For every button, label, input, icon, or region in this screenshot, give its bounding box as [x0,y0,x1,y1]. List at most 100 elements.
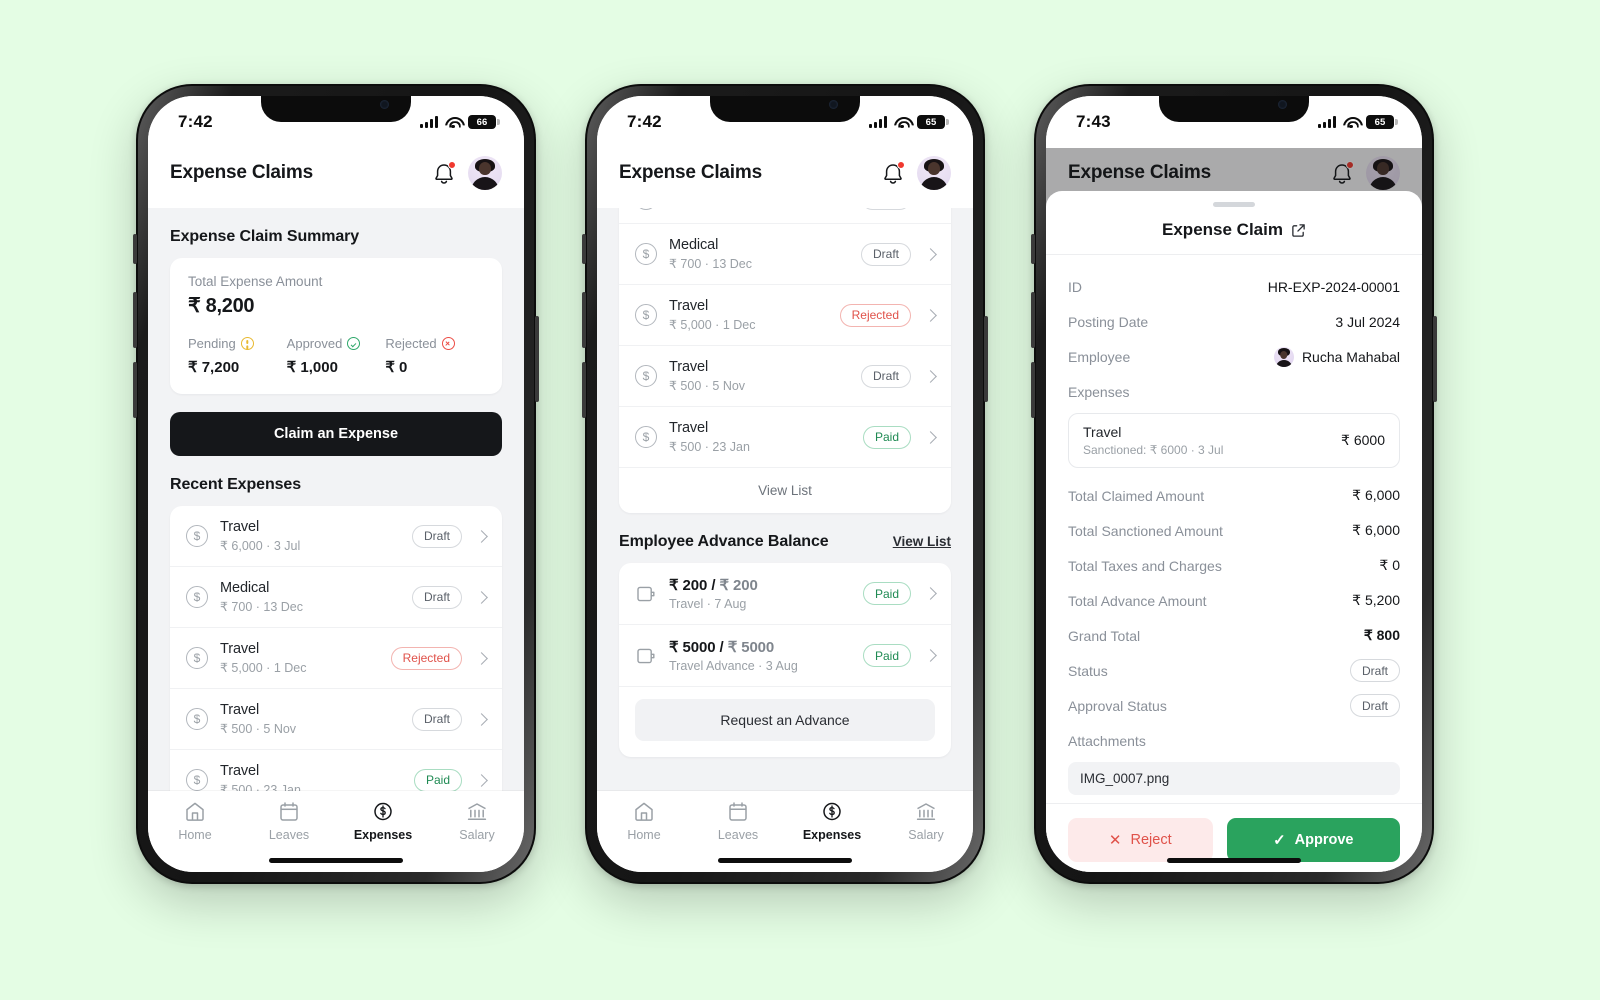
tab-leaves[interactable]: Leaves [691,801,785,842]
list-item[interactable]: ₹ 5000 / ₹ 5000 Travel Advance · 3 Aug P… [619,625,951,687]
field-label: Expenses [1068,383,1130,400]
advance-sub: Travel · 7 Aug [669,597,747,611]
notifications-button[interactable] [433,160,456,185]
stat-rejected-label: Rejected [385,336,437,351]
expense-title: Medical [220,580,270,596]
tab-home[interactable]: Home [148,801,242,842]
tab-label: Salary [908,828,944,842]
list-item[interactable]: $ Medical ₹ 700 · 13 Dec Draft [619,224,951,285]
field-label: Total Sanctioned Amount [1068,522,1223,539]
employee-avatar [1273,346,1294,367]
tab-expenses[interactable]: Expenses [336,801,430,842]
expense-line-item[interactable]: Travel Sanctioned: ₹ 6000 · 3 Jul ₹ 6000 [1068,413,1400,468]
notifications-button[interactable] [882,160,905,185]
tab-salary[interactable]: Salary [430,801,524,842]
calendar-icon [280,802,298,821]
list-item[interactable]: ₹ 200 / ₹ 200 Travel · 7 Aug Paid [619,563,951,625]
power-button[interactable] [535,316,539,402]
scroll-area[interactable]: Expense Claim Summary Total Expense Amou… [148,208,524,791]
avatar[interactable] [917,156,951,190]
chevron-right-icon [475,590,488,604]
list-item[interactable]: $ Medical ₹ 700 · 13 Dec Draft [170,567,502,628]
coin-icon: $ [635,243,657,265]
home-icon [186,802,204,821]
list-item[interactable]: $ ₹ 6,000 · 3 Jul Draft [619,208,951,224]
home-indicator[interactable] [597,848,973,872]
field-value: HR-EXP-2024-00001 [1267,278,1400,295]
advance-amount: ₹ 5000 [669,639,716,656]
status-badge: Draft [860,364,911,388]
tab-salary[interactable]: Salary [879,801,973,842]
expense-title: Travel [669,420,709,436]
total-claimed-amount-row: Total Claimed Amount ₹ 6,000 [1068,478,1400,513]
home-indicator[interactable] [148,848,524,872]
stat-approved-label: Approved [286,336,343,351]
wallet-icon [635,584,657,604]
check-circle-icon [347,337,361,350]
expense-sub: ₹ 5,000 · 1 Dec [669,318,756,332]
tab-home[interactable]: Home [597,801,691,842]
field-value: ₹ 800 [1363,627,1400,643]
status-badge: Paid [862,425,911,449]
advance-amount: ₹ 200 [669,577,708,594]
tab-label: Home [178,828,212,842]
tab-expenses[interactable]: Expenses [785,801,879,842]
list-item[interactable]: $ Travel ₹ 500 · 23 Jan Paid [170,750,502,791]
attachment-file[interactable]: IMG_0007.png [1068,762,1400,795]
tab-leaves[interactable]: Leaves [242,801,336,842]
request-an-advance-button[interactable]: Request an Advance [635,699,935,741]
check-icon: ✓ [1273,831,1286,849]
expense-title: Travel [220,702,260,718]
advance-view-list-link[interactable]: View List [893,534,951,549]
cellular-signal-icon [420,116,438,128]
mute-switch[interactable] [582,234,586,264]
warning-circle-icon [240,337,254,350]
power-button[interactable] [984,316,988,402]
volume-up-button[interactable] [582,292,586,348]
field-employee: Employee Rucha Mahabal [1068,339,1400,374]
tab-label: Leaves [268,828,310,842]
volume-up-button[interactable] [133,292,137,348]
external-link-icon[interactable] [1291,223,1306,238]
coin-icon: $ [635,365,657,387]
expense-sub: ₹ 500 · 5 Nov [669,379,746,393]
cellular-signal-icon [1318,116,1336,128]
stat-rejected-value: ₹ 0 [385,359,408,376]
power-button[interactable] [1433,316,1437,402]
expense-sanctioned: Sanctioned: ₹ 6000 · 3 Jul [1083,443,1224,457]
volume-down-button[interactable] [1031,362,1035,418]
list-item[interactable]: $ Travel ₹ 5,000 · 1 Dec Rejected [619,285,951,346]
wifi-icon [1343,116,1359,129]
list-item[interactable]: $ Travel ₹ 500 · 5 Nov Draft [170,689,502,750]
list-item[interactable]: $ Travel ₹ 5,000 · 1 Dec Rejected [170,628,502,689]
list-item[interactable]: $ Travel ₹ 500 · 5 Nov Draft [619,346,951,407]
notch [261,96,411,122]
expense-sub: ₹ 700 · 13 Dec [669,257,752,271]
claim-an-expense-button[interactable]: Claim an Expense [170,412,502,456]
volume-down-button[interactable] [133,362,137,418]
expense-title: Medical [669,237,719,253]
coin-icon: $ [635,208,657,210]
wifi-icon [894,116,910,129]
list-item[interactable]: $ Travel ₹ 6,000 · 3 Jul Draft [170,506,502,567]
chevron-right-icon [475,651,488,665]
avatar[interactable] [468,156,502,190]
scroll-area[interactable]: $ ₹ 6,000 · 3 Jul Draft $ Medical ₹ 700 … [597,208,973,791]
field-label: Grand Total [1068,627,1141,644]
advance-total: ₹ 5000 [727,639,775,656]
view-list-button[interactable]: View List [619,468,951,513]
total-sanctioned-amount-row: Total Sanctioned Amount ₹ 6,000 [1068,513,1400,548]
mute-switch[interactable] [133,234,137,264]
list-item[interactable]: $ Travel ₹ 500 · 23 Jan Paid [619,407,951,468]
home-indicator[interactable] [1046,848,1422,872]
notch [710,96,860,122]
bank-icon [916,803,936,821]
phone-1: 7:42 66 Expense Claims Expense Claim Sum… [133,84,539,884]
volume-up-button[interactable] [1031,292,1035,348]
mute-switch[interactable] [1031,234,1035,264]
front-camera-icon [1278,100,1287,109]
expense-sub: ₹ 500 · 5 Nov [220,722,297,736]
volume-down-button[interactable] [582,362,586,418]
field-value: ₹ 5,200 [1352,592,1400,608]
expense-title: Travel [669,298,709,314]
